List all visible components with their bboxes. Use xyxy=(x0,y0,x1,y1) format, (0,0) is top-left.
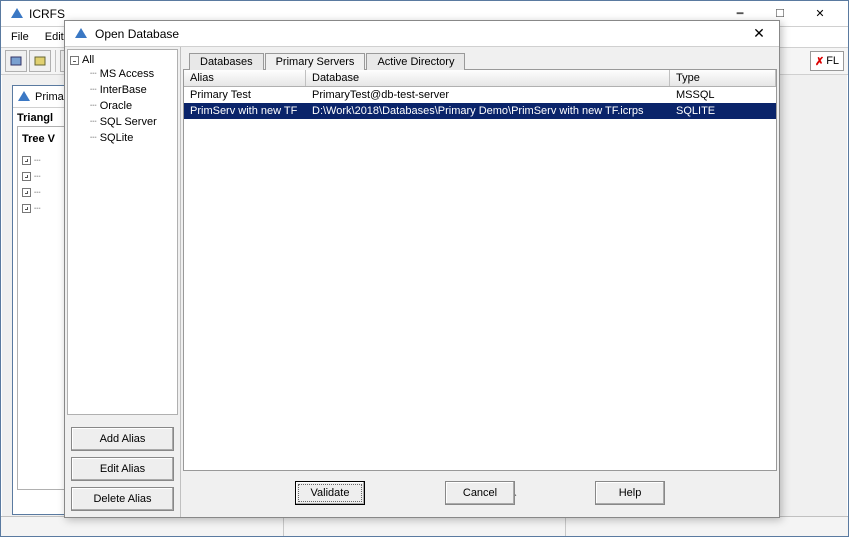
tree-node[interactable]: ┄ xyxy=(22,186,62,199)
tab-active-directory[interactable]: Active Directory xyxy=(366,53,465,70)
tree-node[interactable]: ┄ xyxy=(22,170,62,183)
col-database[interactable]: Database xyxy=(306,70,670,86)
grid-row-selected[interactable]: PrimServ with new TF D:\Work\2018\Databa… xyxy=(184,103,776,119)
app-title: ICRFS xyxy=(29,7,720,21)
status-cell xyxy=(1,517,284,536)
dialog-icon xyxy=(73,26,89,42)
cancel-button[interactable]: Cancel xyxy=(445,481,515,505)
child-tree-header: Tree V xyxy=(22,133,62,145)
tab-databases[interactable]: Databases xyxy=(189,53,264,70)
validate-button[interactable]: Validate xyxy=(295,481,365,505)
toolbar-button-2[interactable] xyxy=(29,50,51,72)
cell-alias: Primary Test xyxy=(184,89,306,101)
child-window: Prima Triangl Tree V ┄ ┄ ┄ ┄ xyxy=(12,85,72,515)
edit-alias-button[interactable]: Edit Alias xyxy=(71,457,174,481)
child-title: Prima xyxy=(35,91,64,103)
status-cell xyxy=(566,517,848,536)
add-alias-button[interactable]: Add Alias xyxy=(71,427,174,451)
cell-database: D:\Work\2018\Databases\Primary Demo\Prim… xyxy=(306,105,670,117)
tree-root-all[interactable]: All xyxy=(70,54,175,66)
child-window-icon xyxy=(17,90,31,104)
grid-row[interactable]: Primary Test PrimaryTest@db-test-server … xyxy=(184,87,776,103)
server-grid[interactable]: Alias Database Type Primary Test Primary… xyxy=(183,69,777,471)
dialog-titlebar: Open Database ✕ xyxy=(65,21,779,47)
main-close-button[interactable]: ✕ xyxy=(800,3,840,25)
cell-database: PrimaryTest@db-test-server xyxy=(306,89,670,101)
expand-icon[interactable] xyxy=(22,188,31,197)
dialog-title: Open Database xyxy=(95,27,747,41)
child-label: Triangl xyxy=(17,112,67,124)
tree-root-label: All xyxy=(82,54,94,66)
tabbar: Databases Primary Servers Active Directo… xyxy=(183,49,777,69)
fl-button[interactable]: ✗FL xyxy=(810,51,844,71)
tree-item-oracle[interactable]: ┄ Oracle xyxy=(90,98,175,114)
dialog-close-button[interactable]: ✕ xyxy=(747,22,771,46)
open-database-dialog: Open Database ✕ All ┄ MS Access ┄ InterB… xyxy=(64,20,780,518)
tab-primary-servers[interactable]: Primary Servers xyxy=(265,53,366,70)
expand-icon[interactable] xyxy=(22,156,31,165)
dialog-left-pane: All ┄ MS Access ┄ InterBase ┄ Oracle ┄ S… xyxy=(65,47,181,517)
cell-type: MSSQL xyxy=(670,89,776,101)
cell-type: SQLITE xyxy=(670,105,776,117)
statusbar xyxy=(1,516,848,536)
child-tree[interactable]: Tree V ┄ ┄ ┄ ┄ xyxy=(17,126,67,490)
tree-item-sqlite[interactable]: ┄ SQLite xyxy=(90,130,175,146)
help-button[interactable]: Help xyxy=(595,481,665,505)
toolbar-button-1[interactable] xyxy=(5,50,27,72)
tree-item-interbase[interactable]: ┄ InterBase xyxy=(90,82,175,98)
dialog-bottom-buttons: Validate Cancel Help xyxy=(183,471,777,515)
cell-alias: PrimServ with new TF xyxy=(184,105,306,117)
delete-alias-button[interactable]: Delete Alias xyxy=(71,487,174,511)
status-cell xyxy=(284,517,567,536)
expand-icon[interactable] xyxy=(22,172,31,181)
toolbar-separator xyxy=(55,50,56,72)
menu-file[interactable]: File xyxy=(7,29,33,45)
tree-item-sqlserver[interactable]: ┄ SQL Server xyxy=(90,114,175,130)
db-type-tree[interactable]: All ┄ MS Access ┄ InterBase ┄ Oracle ┄ S… xyxy=(67,49,178,415)
child-titlebar: Prima xyxy=(13,86,71,108)
collapse-icon[interactable] xyxy=(70,56,79,65)
grid-header: Alias Database Type xyxy=(184,70,776,87)
col-type[interactable]: Type xyxy=(670,70,776,86)
dialog-right-pane: Databases Primary Servers Active Directo… xyxy=(181,47,779,517)
tree-node[interactable]: ┄ xyxy=(22,202,62,215)
fl-label: FL xyxy=(826,55,839,67)
tree-node[interactable]: ┄ xyxy=(22,154,62,167)
close-x-icon: ✗ xyxy=(815,55,824,68)
app-icon xyxy=(9,6,25,22)
col-alias[interactable]: Alias xyxy=(184,70,306,86)
tree-item-msaccess[interactable]: ┄ MS Access xyxy=(90,66,175,82)
expand-icon[interactable] xyxy=(22,204,31,213)
